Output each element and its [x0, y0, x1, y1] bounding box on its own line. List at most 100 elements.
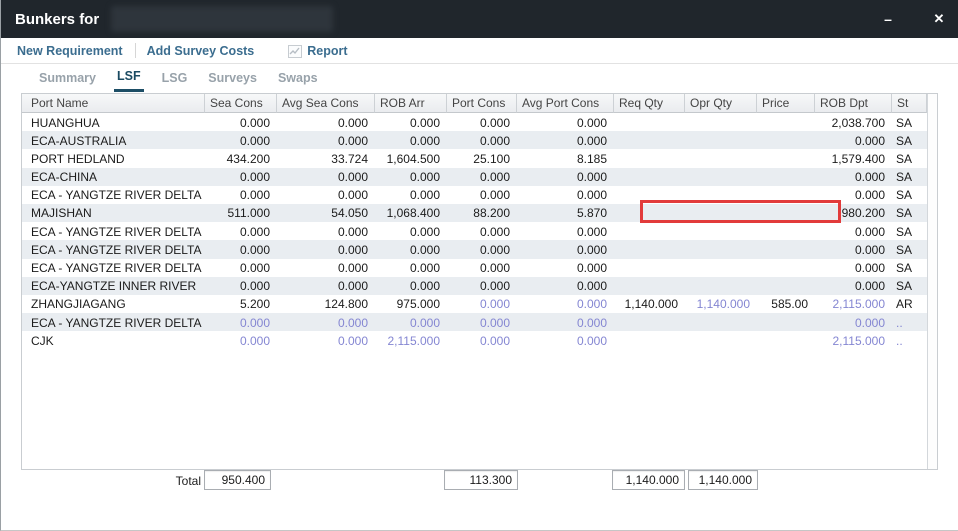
- cell-sea-cons[interactable]: 0.000: [205, 131, 277, 149]
- cell-port-cons[interactable]: 0.000: [447, 222, 517, 240]
- cell-avg-sea-cons[interactable]: 0.000: [277, 222, 375, 240]
- cell-avg-sea-cons[interactable]: 0.000: [277, 131, 375, 149]
- cell-avg-sea-cons[interactable]: 54.050: [277, 204, 375, 222]
- cell-opr-qty[interactable]: [685, 313, 757, 331]
- close-button[interactable]: ✕: [922, 0, 956, 38]
- cell-rob-arr[interactable]: 1,068.400: [375, 204, 447, 222]
- cell-port-cons[interactable]: 0.000: [447, 186, 517, 204]
- cell-port-name[interactable]: CJK: [22, 331, 205, 349]
- cell-sea-cons[interactable]: 0.000: [205, 240, 277, 258]
- cell-st[interactable]: SA: [892, 240, 927, 258]
- minimize-button[interactable]: –: [871, 0, 905, 38]
- cell-rob-arr[interactable]: 975.000: [375, 295, 447, 313]
- cell-avg-sea-cons[interactable]: 0.000: [277, 277, 375, 295]
- cell-req-qty[interactable]: [614, 131, 685, 149]
- cell-avg-port-cons[interactable]: 0.000: [517, 313, 614, 331]
- cell-price[interactable]: [757, 313, 815, 331]
- cell-price[interactable]: [757, 277, 815, 295]
- cell-port-cons[interactable]: 0.000: [447, 277, 517, 295]
- cell-st[interactable]: SA: [892, 131, 927, 149]
- cell-avg-sea-cons[interactable]: 0.000: [277, 168, 375, 186]
- cell-avg-sea-cons[interactable]: 0.000: [277, 259, 375, 277]
- cell-opr-qty[interactable]: [685, 277, 757, 295]
- cell-port-cons[interactable]: 88.200: [447, 204, 517, 222]
- cell-price[interactable]: 585.00: [757, 295, 815, 313]
- cell-sea-cons[interactable]: 0.000: [205, 259, 277, 277]
- cell-avg-port-cons[interactable]: 0.000: [517, 277, 614, 295]
- cell-opr-qty[interactable]: [685, 259, 757, 277]
- cell-avg-port-cons[interactable]: 0.000: [517, 222, 614, 240]
- add-survey-costs-button[interactable]: Add Survey Costs: [147, 44, 255, 58]
- cell-price[interactable]: [757, 259, 815, 277]
- cell-rob-dpt[interactable]: 0.000: [815, 222, 892, 240]
- cell-avg-port-cons[interactable]: 5.870: [517, 204, 614, 222]
- table-row-eca-yangtze-inner-river[interactable]: ECA-YANGTZE INNER RIVER0.0000.0000.0000.…: [22, 277, 927, 295]
- cell-avg-sea-cons[interactable]: 0.000: [277, 186, 375, 204]
- cell-req-qty[interactable]: [614, 222, 685, 240]
- cell-st[interactable]: SA: [892, 277, 927, 295]
- cell-rob-dpt[interactable]: 0.000: [815, 168, 892, 186]
- tab-lsg[interactable]: LSG: [159, 71, 191, 91]
- cell-port-cons[interactable]: 0.000: [447, 113, 517, 131]
- cell-req-qty[interactable]: [614, 331, 685, 349]
- cell-price[interactable]: [757, 222, 815, 240]
- table-row-eca-china[interactable]: ECA-CHINA0.0000.0000.0000.0000.0000.000S…: [22, 168, 927, 186]
- cell-price[interactable]: [757, 149, 815, 167]
- cell-req-qty[interactable]: 1,140.000: [614, 295, 685, 313]
- cell-sea-cons[interactable]: 0.000: [205, 277, 277, 295]
- table-row-eca-yangtze-river-delta[interactable]: ECA - YANGTZE RIVER DELTA0.0000.0000.000…: [22, 186, 927, 204]
- cell-rob-dpt[interactable]: 980.200: [815, 204, 892, 222]
- cell-opr-qty[interactable]: [685, 131, 757, 149]
- cell-opr-qty[interactable]: [685, 149, 757, 167]
- cell-req-qty[interactable]: [614, 186, 685, 204]
- cell-st[interactable]: SA: [892, 149, 927, 167]
- cell-opr-qty[interactable]: [685, 168, 757, 186]
- cell-rob-dpt[interactable]: 0.000: [815, 186, 892, 204]
- cell-avg-sea-cons[interactable]: 0.000: [277, 113, 375, 131]
- table-row-eca-yangtze-river-delta-1o[interactable]: ECA - YANGTZE RIVER DELTA 1O(0.0000.0000…: [22, 259, 927, 277]
- cell-rob-arr[interactable]: 0.000: [375, 113, 447, 131]
- cell-rob-arr[interactable]: 0.000: [375, 259, 447, 277]
- cell-rob-arr[interactable]: 0.000: [375, 240, 447, 258]
- cell-rob-dpt[interactable]: 0.000: [815, 240, 892, 258]
- table-row-eca-yangtze-river-delta-1o[interactable]: ECA - YANGTZE RIVER DELTA 1O(0.0000.0000…: [22, 313, 927, 331]
- cell-st[interactable]: AR: [892, 295, 927, 313]
- cell-st[interactable]: SA: [892, 186, 927, 204]
- cell-port-name[interactable]: ECA-YANGTZE INNER RIVER: [22, 277, 205, 295]
- cell-port-cons[interactable]: 25.100: [447, 149, 517, 167]
- cell-st[interactable]: SA: [892, 204, 927, 222]
- table-row-majishan[interactable]: MAJISHAN511.00054.0501,068.40088.2005.87…: [22, 204, 927, 222]
- cell-avg-port-cons[interactable]: 8.185: [517, 149, 614, 167]
- cell-avg-port-cons[interactable]: 0.000: [517, 331, 614, 349]
- cell-sea-cons[interactable]: 0.000: [205, 113, 277, 131]
- cell-port-cons[interactable]: 0.000: [447, 168, 517, 186]
- report-button[interactable]: Report: [307, 44, 347, 58]
- new-requirement-button[interactable]: New Requirement: [17, 44, 123, 58]
- cell-avg-sea-cons[interactable]: 0.000: [277, 313, 375, 331]
- cell-port-name[interactable]: HUANGHUA: [22, 113, 205, 131]
- cell-avg-port-cons[interactable]: 0.000: [517, 295, 614, 313]
- cell-st[interactable]: SA: [892, 113, 927, 131]
- cell-port-name[interactable]: ECA - YANGTZE RIVER DELTA 1O(: [22, 222, 205, 240]
- table-row-eca-australia[interactable]: ECA-AUSTRALIA0.0000.0000.0000.0000.0000.…: [22, 131, 927, 149]
- cell-port-name[interactable]: PORT HEDLAND: [22, 149, 205, 167]
- table-row-cjk[interactable]: CJK0.0000.0002,115.0000.0000.0002,115.00…: [22, 331, 927, 349]
- cell-port-name[interactable]: ECA-CHINA: [22, 168, 205, 186]
- cell-req-qty[interactable]: [614, 240, 685, 258]
- cell-port-name[interactable]: ECA - YANGTZE RIVER DELTA: [22, 186, 205, 204]
- cell-port-name[interactable]: ECA - YANGTZE RIVER DELTA 1O(: [22, 240, 205, 258]
- cell-avg-port-cons[interactable]: 0.000: [517, 240, 614, 258]
- cell-opr-qty[interactable]: [685, 222, 757, 240]
- cell-sea-cons[interactable]: 0.000: [205, 186, 277, 204]
- cell-sea-cons[interactable]: 0.000: [205, 331, 277, 349]
- cell-rob-dpt[interactable]: 0.000: [815, 277, 892, 295]
- cell-avg-sea-cons[interactable]: 33.724: [277, 149, 375, 167]
- cell-price[interactable]: [757, 131, 815, 149]
- cell-avg-sea-cons[interactable]: 0.000: [277, 331, 375, 349]
- cell-rob-arr[interactable]: 1,604.500: [375, 149, 447, 167]
- table-row-eca-yangtze-river-delta-1o[interactable]: ECA - YANGTZE RIVER DELTA 1O(0.0000.0000…: [22, 240, 927, 258]
- cell-rob-dpt[interactable]: 0.000: [815, 131, 892, 149]
- cell-st[interactable]: ..: [892, 313, 927, 331]
- cell-price[interactable]: [757, 240, 815, 258]
- table-row-huanghua[interactable]: HUANGHUA0.0000.0000.0000.0000.0002,038.7…: [22, 113, 927, 131]
